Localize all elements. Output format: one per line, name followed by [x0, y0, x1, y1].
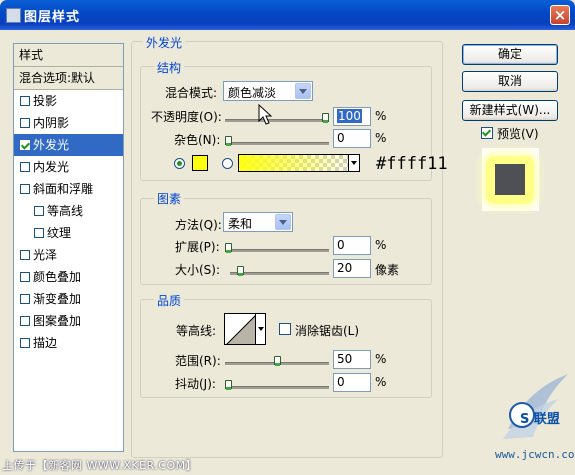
style-item-inner-glow[interactable]: 内发光 — [14, 156, 123, 178]
mouse-cursor-icon — [258, 104, 273, 125]
title-bar[interactable]: 图层样式 × — [0, 0, 575, 30]
size-slider-thumb[interactable] — [237, 266, 244, 276]
preview-glow — [486, 156, 534, 204]
noise-slider-thumb[interactable] — [225, 136, 232, 146]
glow-color-swatch[interactable] — [192, 155, 208, 171]
close-button[interactable]: × — [550, 5, 570, 25]
style-item-pattern-overlay[interactable]: 图案叠加 — [14, 310, 123, 332]
blend-mode-value: 颜色减淡 — [228, 86, 277, 100]
style-item-outer-glow[interactable]: 外发光 — [14, 134, 123, 156]
style-preview-thumbnail — [482, 148, 539, 211]
contour-label: 等高线: — [176, 324, 217, 338]
elements-title: 图素 — [154, 190, 185, 207]
checkbox[interactable] — [20, 272, 30, 282]
noise-unit: % — [375, 131, 387, 145]
preview-checkbox[interactable] — [481, 127, 493, 139]
method-select[interactable]: 柔和 — [223, 212, 293, 232]
chevron-down-icon — [295, 83, 311, 99]
range-unit: % — [375, 352, 387, 366]
checkbox[interactable] — [34, 228, 44, 238]
size-slider[interactable] — [230, 266, 329, 276]
size-label: 大小(S): — [175, 263, 221, 277]
blend-mode-select[interactable]: 颜色减淡 — [223, 81, 313, 101]
spread-slider-thumb[interactable] — [225, 243, 232, 253]
new-style-button[interactable]: 新建样式(W)... — [462, 100, 558, 121]
size-unit: 像素 — [375, 263, 400, 277]
noise-slider[interactable] — [225, 136, 329, 146]
style-item-drop-shadow[interactable]: 投影 — [14, 90, 123, 112]
style-item-bevel-emboss[interactable]: 斜面和浮雕 — [14, 178, 123, 200]
checkbox[interactable] — [20, 140, 30, 150]
jitter-input[interactable]: 0 — [333, 373, 371, 392]
watermark-url: www.jcwcn.com — [495, 448, 575, 461]
checkbox[interactable] — [20, 184, 30, 194]
quality-title: 品质 — [154, 292, 185, 309]
style-item-satin[interactable]: 光泽 — [14, 244, 123, 266]
style-item-gradient-overlay[interactable]: 渐变叠加 — [14, 288, 123, 310]
layer-style-dialog: 图层样式 × 样式 混合选项:默认 投影 内阴影 外发光 内发光 斜面和浮雕 等… — [0, 0, 575, 475]
contour-picker[interactable] — [224, 313, 256, 345]
checkbox[interactable] — [20, 118, 30, 128]
spread-input[interactable]: 0 — [333, 236, 371, 255]
style-item-color-overlay[interactable]: 颜色叠加 — [14, 266, 123, 288]
checkbox[interactable] — [20, 338, 30, 348]
checkbox[interactable] — [20, 294, 30, 304]
preview-square — [495, 164, 525, 195]
spread-label: 扩展(P): — [175, 240, 220, 254]
gradient-dropdown-button[interactable] — [348, 154, 360, 172]
solid-color-radio[interactable] — [174, 158, 185, 169]
antialias-label: 消除锯齿(L) — [295, 324, 360, 338]
style-item-stroke[interactable]: 描边 — [14, 332, 123, 354]
cancel-button[interactable]: 取消 — [462, 71, 558, 92]
chevron-down-icon — [275, 214, 291, 230]
antialias-checkbox[interactable] — [279, 323, 291, 335]
jitter-label: 抖动(J): — [175, 377, 216, 391]
noise-label: 杂色(N): — [174, 133, 221, 147]
range-input[interactable]: 50 — [333, 350, 371, 369]
checkbox[interactable] — [34, 206, 44, 216]
size-input[interactable]: 20 — [333, 259, 371, 278]
style-item-inner-shadow[interactable]: 内阴影 — [14, 112, 123, 134]
upload-caption: 上传于【新客网 WWW.XKER.COM】 — [2, 459, 198, 472]
glow-gradient-picker[interactable] — [238, 154, 358, 172]
structure-title: 结构 — [154, 59, 185, 76]
contour-dropdown-button[interactable] — [256, 313, 266, 345]
style-item-contour[interactable]: 等高线 — [14, 200, 123, 222]
jitter-slider[interactable] — [225, 380, 329, 390]
spread-unit: % — [375, 238, 387, 252]
range-label: 范围(R): — [175, 354, 221, 368]
range-slider[interactable] — [225, 356, 329, 366]
style-item-texture[interactable]: 纹理 — [14, 222, 123, 244]
checkbox[interactable] — [20, 250, 30, 260]
styles-list: 样式 混合选项:默认 投影 内阴影 外发光 内发光 斜面和浮雕 等高线 纹理 光… — [13, 43, 124, 452]
app-icon — [6, 8, 21, 23]
opacity-label: 不透明度(O): — [151, 110, 222, 124]
ok-button[interactable]: 确定 — [462, 44, 558, 65]
opacity-slider-thumb[interactable] — [322, 113, 329, 123]
opacity-slider[interactable] — [225, 113, 329, 123]
jitter-unit: % — [375, 375, 387, 389]
gradient-radio[interactable] — [222, 158, 233, 169]
checkbox[interactable] — [20, 316, 30, 326]
opacity-input[interactable]: 100 — [333, 107, 371, 126]
dialog-title: 图层样式 — [24, 10, 81, 25]
watermark-brand: S 联盟 — [520, 412, 560, 427]
preview-label: 预览(V) — [497, 127, 539, 141]
range-slider-thumb[interactable] — [274, 356, 281, 366]
opacity-unit: % — [375, 109, 387, 123]
styles-header[interactable]: 样式 — [14, 44, 123, 67]
blend-mode-label: 混合模式: — [165, 86, 218, 100]
spread-slider[interactable] — [225, 243, 329, 253]
method-value: 柔和 — [228, 217, 253, 231]
color-hex-annotation: #ffff11 — [376, 154, 448, 174]
method-label: 方法(Q): — [175, 218, 222, 232]
checkbox[interactable] — [20, 162, 30, 172]
contour-curve-icon — [226, 315, 255, 344]
noise-input[interactable]: 0 — [333, 129, 371, 148]
checkbox[interactable] — [20, 96, 30, 106]
blend-options-item[interactable]: 混合选项:默认 — [14, 67, 123, 90]
outer-glow-title: 外发光 — [143, 34, 186, 51]
jitter-slider-thumb[interactable] — [225, 380, 232, 390]
